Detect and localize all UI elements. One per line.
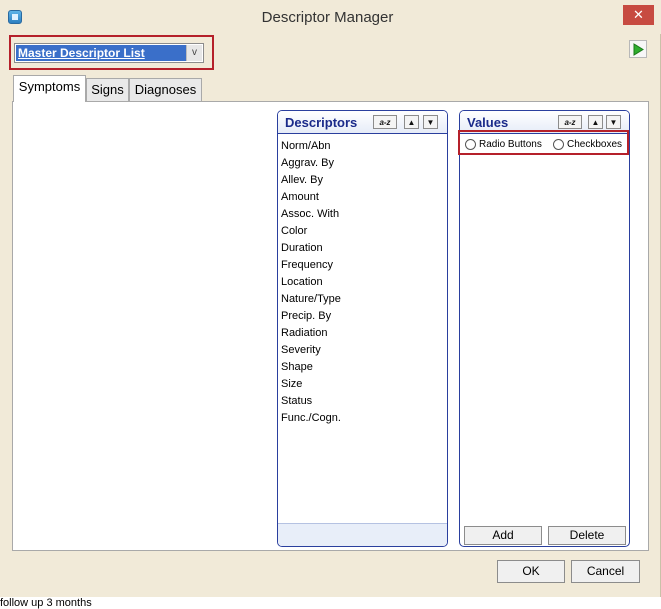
descriptor-item[interactable]: Amount (281, 189, 341, 206)
window-title: Descriptor Manager (261, 9, 394, 26)
descriptors-sort-button[interactable]: a-z (373, 115, 397, 129)
descriptor-item[interactable]: Severity (281, 342, 341, 359)
descriptors-title: Descriptors (285, 115, 358, 130)
value-type-highlight (458, 130, 629, 155)
values-move-up-button[interactable]: ▲ (588, 115, 603, 129)
tab-signs[interactable]: Signs (86, 78, 129, 101)
title-bar[interactable]: Descriptor Manager ✕ (0, 0, 661, 34)
cancel-button[interactable]: Cancel (571, 560, 640, 583)
tab-symptoms[interactable]: Symptoms (13, 75, 86, 102)
descriptor-item[interactable]: Allev. By (281, 172, 341, 189)
descriptor-list-select[interactable]: Master Descriptor List v (14, 43, 204, 63)
values-move-down-button[interactable]: ▼ (606, 115, 621, 129)
descriptor-item[interactable]: Location (281, 274, 341, 291)
descriptor-list-select-value: Master Descriptor List (16, 45, 187, 61)
background-window-text: follow up 3 months (0, 597, 92, 609)
descriptor-item[interactable]: Func./Cogn. (281, 410, 341, 427)
delete-value-button[interactable]: Delete (548, 526, 626, 545)
descriptor-item[interactable]: Status (281, 393, 341, 410)
descriptors-footer (278, 523, 447, 546)
descriptor-manager-window: Descriptor Manager ✕ Master Descriptor L… (0, 0, 661, 597)
descriptor-item[interactable]: Aggrav. By (281, 155, 341, 172)
descriptor-item[interactable]: Frequency (281, 257, 341, 274)
values-panel: Values a-z ▲ ▼ Radio Buttons Checkboxes … (459, 110, 630, 547)
add-value-button[interactable]: Add (464, 526, 542, 545)
descriptor-item[interactable]: Shape (281, 359, 341, 376)
descriptor-item[interactable]: Duration (281, 240, 341, 257)
tab-diagnoses[interactable]: Diagnoses (129, 78, 202, 101)
descriptor-item[interactable]: Precip. By (281, 308, 341, 325)
descriptor-item[interactable]: Color (281, 223, 341, 240)
descriptor-item[interactable]: Nature/Type (281, 291, 341, 308)
descriptor-item[interactable]: Norm/Abn (281, 138, 341, 155)
descriptors-panel: Descriptors a-z ▲ ▼ Norm/Abn Aggrav. By … (277, 110, 448, 547)
descriptors-header: Descriptors a-z ▲ ▼ (278, 111, 447, 134)
values-sort-button[interactable]: a-z (558, 115, 582, 129)
close-button[interactable]: ✕ (623, 5, 654, 25)
values-title: Values (467, 115, 509, 130)
descriptor-item[interactable]: Assoc. With (281, 206, 341, 223)
descriptors-list: Norm/Abn Aggrav. By Allev. By Amount Ass… (281, 138, 341, 427)
descriptor-item[interactable]: Radiation (281, 325, 341, 342)
descriptors-move-down-button[interactable]: ▼ (423, 115, 438, 129)
descriptors-move-up-button[interactable]: ▲ (404, 115, 419, 129)
chevron-down-icon[interactable]: v (186, 45, 202, 61)
play-button[interactable] (629, 40, 647, 58)
descriptor-item[interactable]: Size (281, 376, 341, 393)
play-icon (633, 43, 644, 56)
ok-button[interactable]: OK (497, 560, 565, 583)
